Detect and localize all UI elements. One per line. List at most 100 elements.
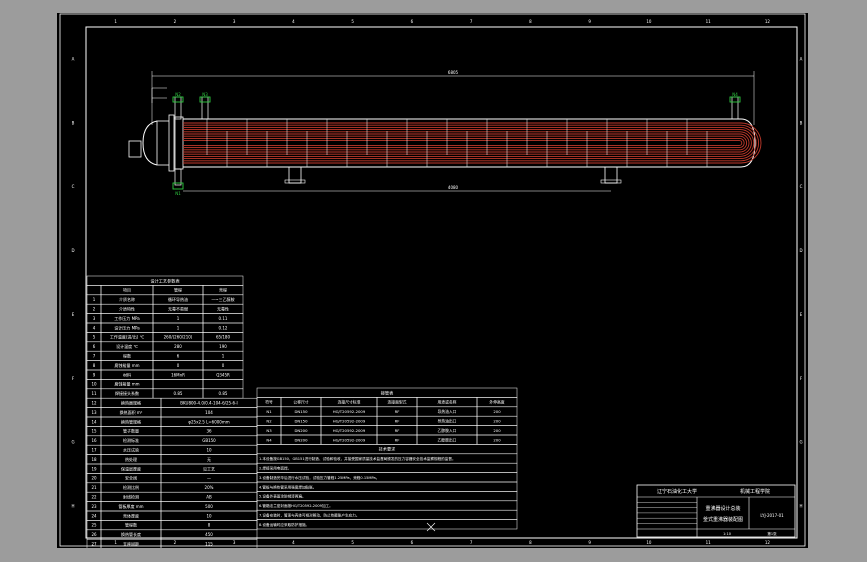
- u-tube: [183, 133, 750, 153]
- misc-table-cell: 见工艺: [203, 466, 215, 471]
- params-table-cell: 0: [177, 363, 180, 368]
- nozzle-table-cell: 外伸高度: [489, 400, 504, 405]
- frame-col-label: 6: [411, 540, 414, 545]
- params-table-cell: 1: [177, 316, 180, 321]
- params-table-cell: 循环导热油: [168, 296, 188, 302]
- misc-table-cell: 换热器规格: [121, 400, 141, 406]
- params-table-cell: 设计温度 ℃: [116, 343, 138, 349]
- frame-row-label: F: [800, 376, 803, 381]
- misc-table-cell: 16: [91, 438, 97, 443]
- misc-table-cell: 20: [91, 476, 97, 481]
- tech-req-line: 2.焊接采用电弧焊。: [259, 466, 291, 471]
- frame-col-label: 4: [292, 19, 295, 24]
- misc-table-cell: GB150: [202, 438, 216, 443]
- nozzle-table-cell: 用途或名称: [438, 400, 457, 405]
- misc-table-cell: 25: [91, 523, 97, 528]
- frame-col-label: 10: [646, 540, 652, 545]
- baffles: [206, 119, 708, 167]
- frame-row-label: C: [72, 184, 75, 189]
- frame-col-label: 3: [233, 19, 236, 24]
- frame-col-label: 5: [351, 19, 354, 24]
- technical-requirements: 技术要求 1.本设备按GB150、GB151进行制造、试验和验收，并接受国家质量技…: [256, 444, 518, 530]
- params-table-cell: 一~三乙醇胺: [211, 296, 234, 302]
- frame-row-label: B: [72, 120, 75, 125]
- params-table-cell: 10: [91, 382, 97, 387]
- misc-table-cell: 安全阀: [125, 475, 137, 481]
- misc-table-cell: 管板厚度 mm: [118, 503, 143, 509]
- nozzle-table-cell: HG/T20592-2009: [333, 409, 366, 414]
- nozzle-table-cell: 符号: [265, 400, 273, 405]
- dimension-support: 4080: [183, 185, 611, 192]
- params-table-cell: 5: [93, 335, 96, 340]
- nozzle-table-cell: DN150: [294, 409, 308, 414]
- saddle-support-left: [288, 166, 302, 184]
- params-table-cell: 9: [93, 372, 96, 377]
- params-table-cell: Q345R: [216, 372, 230, 377]
- u-tube: [183, 122, 762, 164]
- misc-table-cell: 支座间距: [123, 541, 139, 547]
- params-table: 设计工艺参数表项目 管程 壳程 1 介质名称 循环导热油 一~三乙醇胺 2 介质特性 无毒不易燃 无…: [86, 275, 244, 399]
- params-table-cell: 65/180: [216, 335, 231, 340]
- params-table-cell: 腐蚀裕量 mm: [114, 362, 139, 368]
- title-department: 机械工程学院: [740, 488, 770, 495]
- frame-row-label: E: [72, 312, 75, 317]
- misc-table-cell: 450: [205, 532, 213, 537]
- params-table-cell: 1: [222, 354, 225, 359]
- nozzle-label-n4: N4: [732, 92, 738, 97]
- frame-row-label: D: [799, 248, 802, 253]
- params-table-cell: 工作温度(进/出) ℃: [110, 334, 145, 340]
- nozzle-table-cell: 导热油入口: [438, 409, 457, 414]
- misc-table-cell: 19: [91, 466, 97, 471]
- params-table-cell: 260/(260/210): [164, 335, 193, 340]
- misc-table-cell: 管子数量: [123, 428, 139, 434]
- nozzle-n2: N2: [172, 92, 184, 120]
- nozzle-table-cell: HG/T20592-2009: [333, 437, 366, 442]
- misc-table-cell: 壳体厚度: [123, 512, 139, 518]
- nozzle-table-cell: 连接面型式: [388, 400, 407, 405]
- tube-bundle: [183, 122, 762, 164]
- params-table-cell: 无毒性: [217, 306, 229, 312]
- inner-border: [85, 26, 798, 539]
- misc-table-cell: 管程数: [125, 522, 137, 528]
- heat-exchanger: [128, 114, 762, 184]
- u-tube: [183, 124, 760, 162]
- misc-table-cell: 保温层厚度: [121, 465, 141, 471]
- title-drawing-number: LYJ-2017-01: [760, 513, 784, 518]
- misc-table-cell: 换热管长度: [121, 531, 141, 537]
- frame-row-label: E: [800, 312, 803, 317]
- misc-table-cell: AB: [206, 495, 212, 500]
- misc-table-cell: 无: [207, 457, 211, 462]
- frame-col-label: 7: [470, 540, 473, 545]
- misc-table-cell: 24: [91, 513, 97, 518]
- frame-col-label: 9: [588, 540, 591, 545]
- params-table-cell: 1: [93, 297, 96, 302]
- misc-table-cell: φ25x2.5 L=6000mm: [188, 419, 229, 424]
- nozzle-n1: N1: [172, 168, 184, 196]
- tech-req-line: 3.设备制造完毕后进行水压试验，试验压力管程1.25MPa，壳程0.15MPa。: [259, 475, 379, 480]
- frame-row-label: H: [71, 504, 74, 509]
- title-sheet: 第1张: [767, 531, 777, 536]
- frame-col-label: 12: [765, 540, 771, 545]
- params-table-cell: 7: [93, 354, 96, 359]
- misc-table-cell: BKU800-4.0/0.4-104-6/25-6-I: [180, 401, 237, 406]
- misc-table-cell: 水压试验: [123, 447, 139, 453]
- tech-req-line: 1.本设备按GB150、GB151进行制造、试验和验收，并接受国家质量技术监督局…: [259, 456, 456, 461]
- tech-req-line: 6.管箱法兰密封面按HG/T20592-2009加工。: [259, 503, 333, 508]
- frame-row-label: H: [799, 504, 802, 509]
- frame-col-label: 8: [529, 540, 532, 545]
- params-table-cell: 材料: [123, 371, 131, 377]
- tech-req-line: 4.管板与换热管采用强度焊加贴胀。: [259, 484, 316, 489]
- frame-row-label: B: [800, 120, 803, 125]
- nozzle-table-cell: 200: [493, 419, 501, 424]
- nozzle-n3: N3: [199, 92, 211, 120]
- title-drawing-2: 釜式重沸器装配图: [703, 516, 743, 523]
- nozzle-label-n3: N3: [202, 92, 208, 97]
- nozzle-table-cell: DN200: [294, 428, 308, 433]
- title-drawing-1: 重沸器设计总装: [705, 505, 740, 512]
- params-table-cell: 项目: [123, 287, 131, 293]
- params-table-cell: 介质名称: [119, 296, 135, 302]
- params-table-cell: 11: [91, 391, 97, 396]
- misc-table-cell: 21: [91, 485, 97, 490]
- channel-nozzle: [128, 140, 142, 158]
- cursor-mark: [426, 522, 436, 532]
